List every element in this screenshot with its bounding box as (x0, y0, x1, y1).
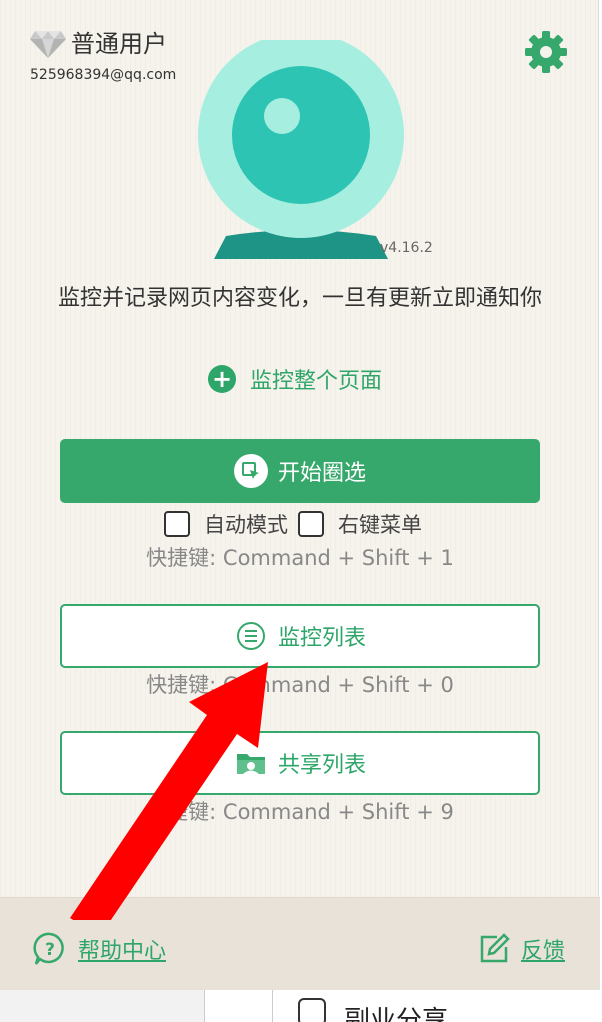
help-center-label: 帮助中心 (78, 939, 167, 964)
background-divider (272, 990, 273, 1022)
shared-folder-icon (234, 746, 268, 780)
share-list-label: 共享列表 (277, 753, 366, 778)
feedback-label: 反馈 (521, 939, 566, 964)
help-center-link[interactable]: ? 帮助中心 (32, 932, 166, 966)
background-sidebar (0, 990, 205, 1022)
version-label: v4.16.2 (380, 240, 433, 256)
monitor-whole-page-link[interactable]: + 监控整个页面 (208, 363, 382, 395)
plus-circle-icon: + (208, 365, 236, 393)
monitor-whole-page-label: 监控整个页面 (250, 369, 383, 394)
monitor-list-label: 监控列表 (277, 626, 366, 651)
svg-text:?: ? (45, 940, 55, 960)
diamond-icon (30, 31, 66, 58)
share-list-button[interactable]: 共享列表 (60, 731, 540, 795)
start-select-shortcut: 快捷键: Command + Shift + 1 (146, 546, 454, 570)
share-list-shortcut: 快捷键: Command + Shift + 9 (146, 800, 454, 824)
question-bubble-icon: ? (33, 932, 64, 965)
start-select-button[interactable]: 开始圈选 (60, 439, 540, 503)
auto-mode-checkbox[interactable] (164, 511, 190, 537)
background-page-edge (598, 0, 602, 1022)
monitor-list-button[interactable]: 监控列表 (60, 604, 540, 668)
feedback-link[interactable]: 反馈 (477, 932, 565, 966)
selection-cursor-icon (233, 454, 268, 488)
context-menu-label: 右键菜单 (338, 513, 422, 537)
background-page: 副业分享 (0, 990, 602, 1022)
user-type-label: 普通用户 (71, 30, 167, 58)
app-logo-icon (198, 40, 404, 259)
background-checkbox[interactable] (298, 998, 326, 1022)
user-email: 525968394@qq.com (30, 67, 177, 83)
monitor-list-shortcut: 快捷键: Command + Shift + 0 (146, 673, 454, 697)
context-menu-checkbox[interactable] (298, 511, 324, 537)
edit-icon (480, 933, 510, 963)
tagline: 监控并记录网页内容变化，一旦有更新立即通知你 (57, 286, 542, 311)
start-select-label: 开始圈选 (277, 461, 366, 486)
background-item-label: 副业分享 (344, 1006, 449, 1022)
auto-mode-label: 自动模式 (204, 513, 288, 537)
option-checkboxes: 自动模式 右键菜单 (164, 509, 422, 539)
list-circle-icon (234, 619, 268, 653)
gear-icon[interactable] (522, 28, 570, 76)
